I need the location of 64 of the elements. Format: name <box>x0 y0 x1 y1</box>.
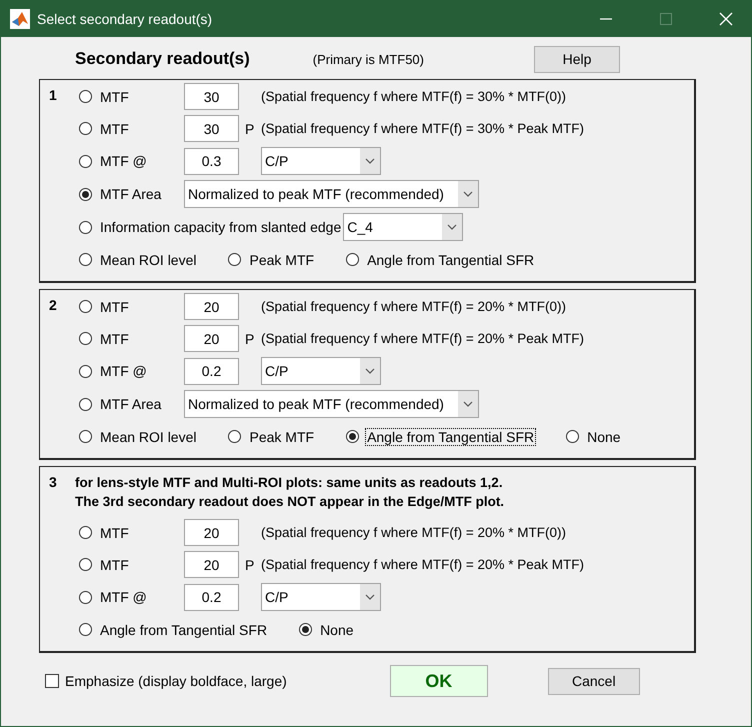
caret-icon <box>365 158 375 164</box>
value-field[interactable]: 0.2 <box>184 584 239 610</box>
peak-suffix: P <box>245 556 254 572</box>
readout-number: 3 <box>49 473 58 492</box>
window-title: Select secondary readout(s) <box>37 11 212 27</box>
value-field[interactable]: 20 <box>184 551 239 578</box>
caret-icon <box>447 224 458 230</box>
radio-option[interactable]: None <box>566 428 623 446</box>
radio-option[interactable]: Peak MTF <box>228 250 316 268</box>
value-field[interactable]: 30 <box>184 115 239 142</box>
description-text: (Spatial frequency f where MTF(f) = 20% * Peak MTF) <box>261 557 584 572</box>
radio-option[interactable]: MTF @ <box>79 152 184 170</box>
value-field[interactable]: 20 <box>184 519 239 546</box>
caret-icon <box>365 594 375 600</box>
description-text: (Spatial frequency f where MTF(f) = 20% * MTF(0)) <box>261 525 566 540</box>
value-field[interactable]: 0.2 <box>184 358 239 384</box>
dropdown[interactable]: C/P <box>261 357 381 385</box>
radio-option[interactable]: Angle from Tangential SFR <box>346 250 536 268</box>
radio-option[interactable]: Mean ROI level <box>79 250 198 268</box>
radio-option[interactable]: Information capacity from slanted edge <box>79 218 344 236</box>
radio-option[interactable]: MTF <box>79 330 184 348</box>
description-text: (Spatial frequency f where MTF(f) = 20% * MTF(0)) <box>261 299 566 314</box>
value-field[interactable]: 20 <box>184 325 239 352</box>
value-field[interactable]: 0.3 <box>184 148 239 174</box>
radio-option[interactable]: MTF <box>79 120 184 138</box>
app-icon <box>10 9 30 29</box>
radio-option[interactable]: MTF <box>79 88 184 106</box>
close-icon[interactable] <box>719 12 733 26</box>
radio-option[interactable]: MTF Area <box>79 395 184 413</box>
radio-option[interactable]: MTF @ <box>79 362 184 380</box>
ok-button[interactable]: OK <box>390 665 488 697</box>
caret-icon <box>462 401 473 407</box>
readout-number: 1 <box>49 86 58 103</box>
radio-option[interactable]: MTF @ <box>79 588 184 606</box>
emphasize-checkbox[interactable]: Emphasize (display boldface, large) <box>45 673 287 689</box>
radio-option[interactable]: MTF <box>79 298 184 316</box>
dropdown[interactable]: C/P <box>261 583 381 611</box>
peak-suffix: P <box>245 330 254 346</box>
radio-option[interactable]: None <box>299 620 356 638</box>
help-button[interactable]: Help <box>534 46 620 72</box>
radio-option[interactable]: Mean ROI level <box>79 428 198 446</box>
radio-option[interactable]: Angle from Tangential SFR <box>79 620 270 638</box>
value-field[interactable]: 20 <box>184 293 239 320</box>
description-text: (Spatial frequency f where MTF(f) = 30% * Peak MTF) <box>261 121 584 136</box>
dropdown[interactable]: Normalized to peak MTF (recommended) <box>184 390 479 418</box>
readout-note: for lens-style MTF and Multi-ROI plots: same units as readouts 1,2. <box>75 474 504 492</box>
description-text: (Spatial frequency f where MTF(f) = 30% * MTF(0)) <box>261 89 566 104</box>
description-text: (Spatial frequency f where MTF(f) = 20% * Peak MTF) <box>261 331 584 346</box>
dropdown[interactable]: C_4 <box>343 213 464 241</box>
caret-icon <box>462 191 473 197</box>
radio-option[interactable]: Peak MTF <box>228 428 316 446</box>
readout-number: 2 <box>49 296 58 313</box>
cancel-button[interactable]: Cancel <box>548 668 640 694</box>
readout-note: The 3rd secondary readout does NOT appear in the Edge/MTF plot. <box>75 493 504 511</box>
radio-option[interactable]: MTF <box>79 524 184 542</box>
primary-note: (Primary is MTF50) <box>312 52 424 66</box>
radio-option[interactable]: MTF Area <box>79 185 184 203</box>
dialog-heading: Secondary readout(s) <box>75 49 250 69</box>
dropdown[interactable]: Normalized to peak MTF (recommended) <box>184 180 479 208</box>
caret-icon <box>365 368 375 374</box>
radio-option[interactable]: MTF <box>79 556 184 574</box>
dropdown[interactable]: C/P <box>261 147 381 175</box>
value-field[interactable]: 30 <box>184 83 239 110</box>
peak-suffix: P <box>245 120 254 136</box>
